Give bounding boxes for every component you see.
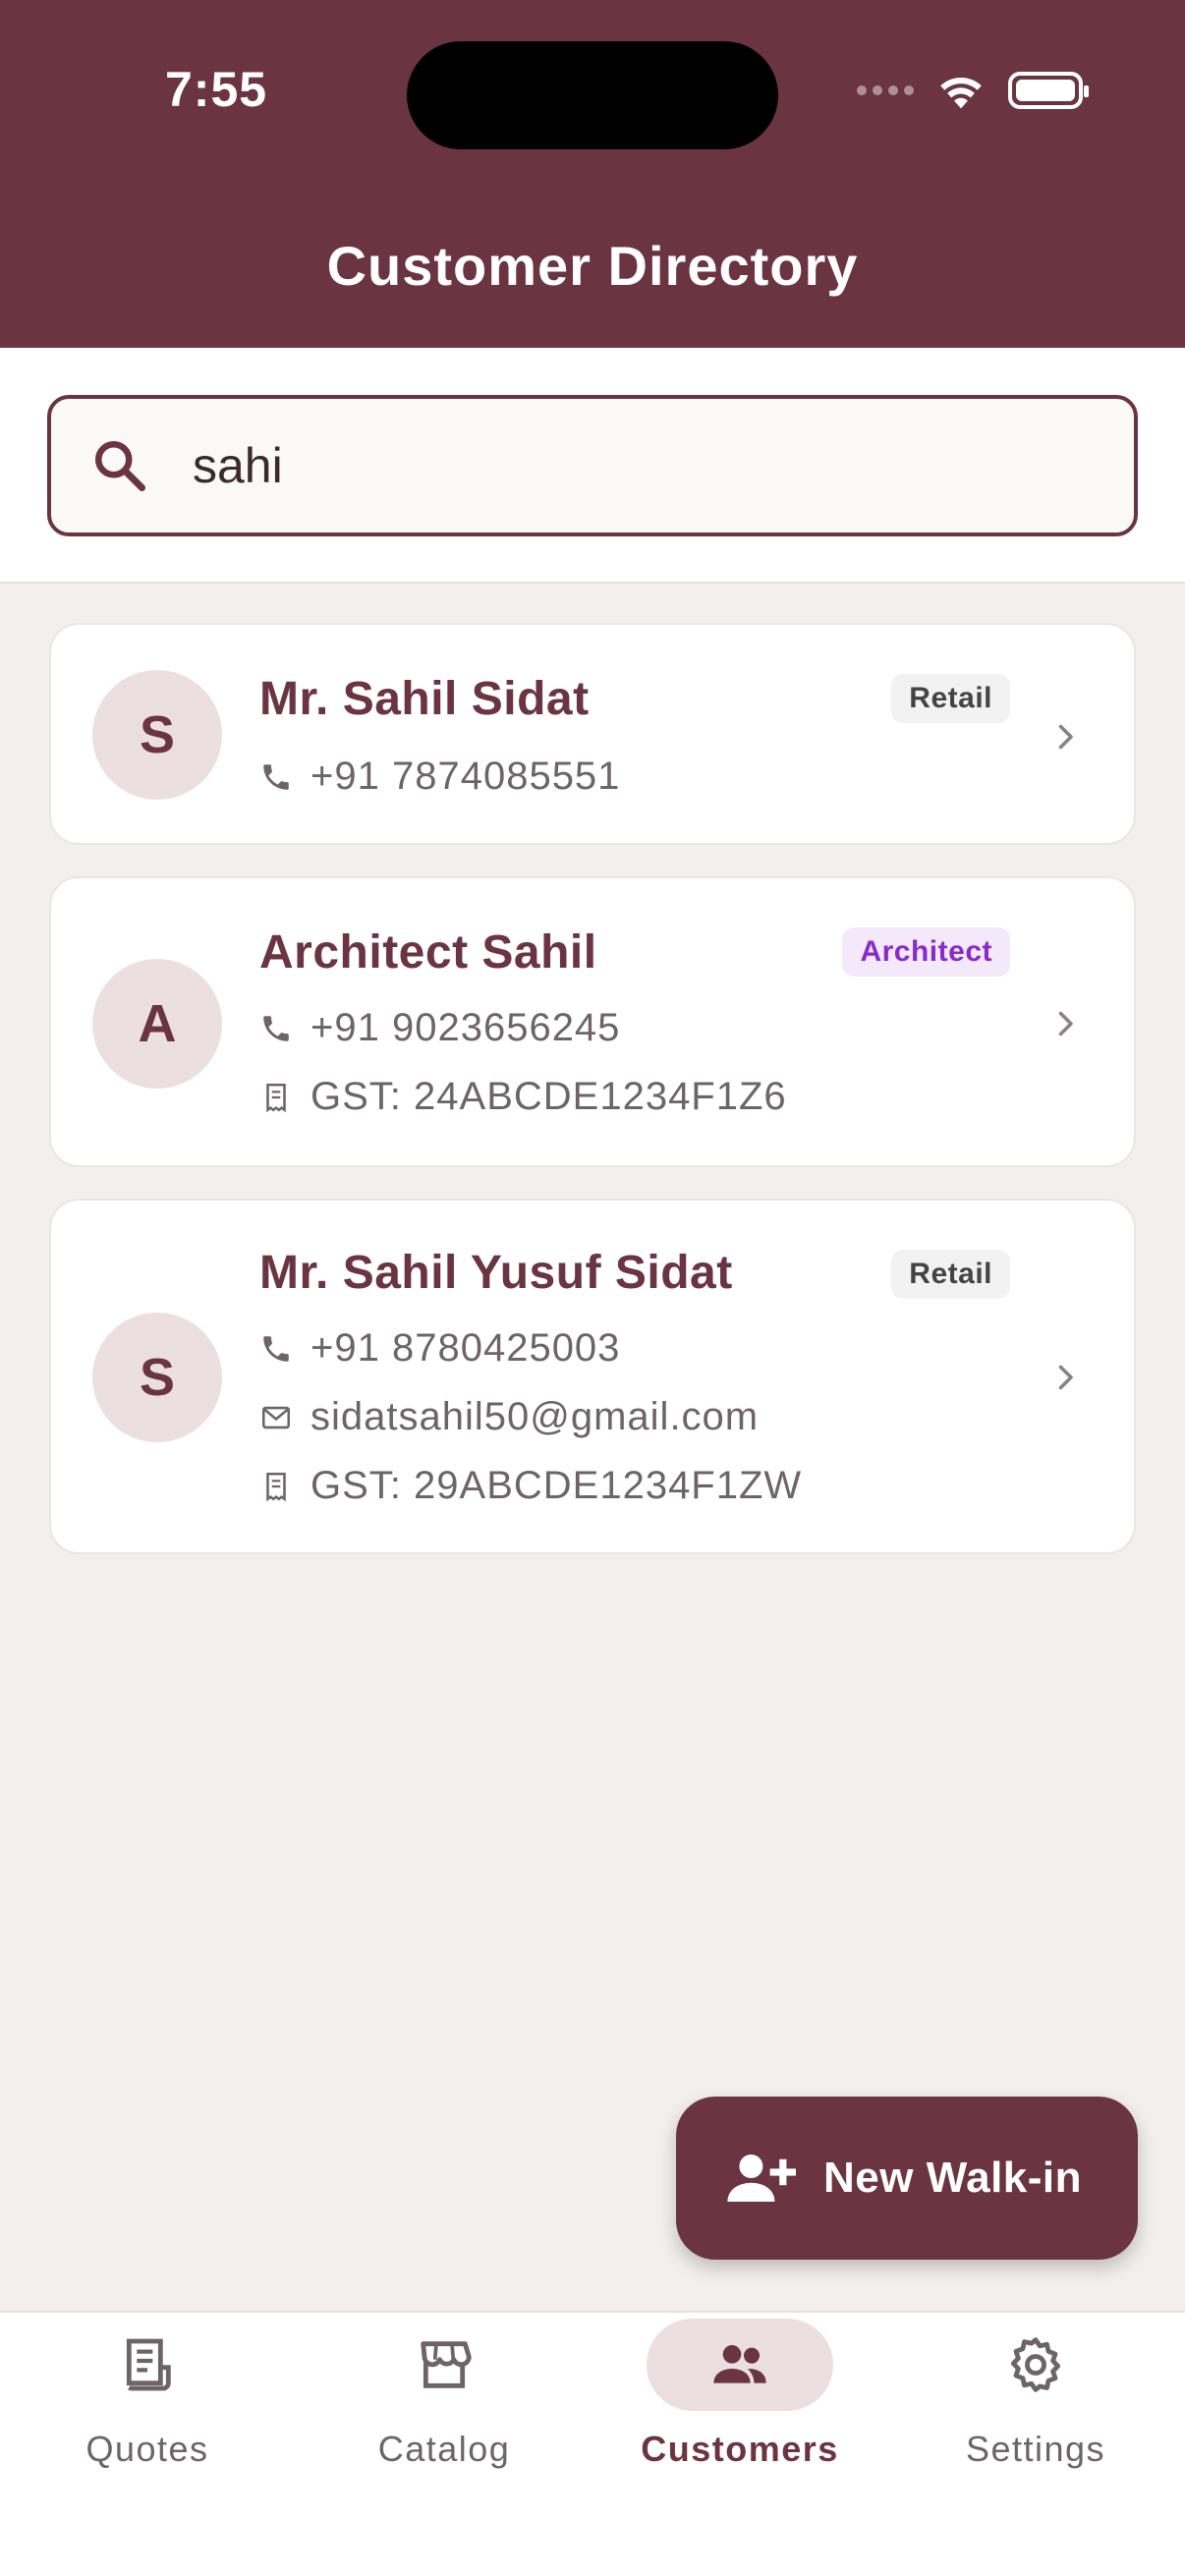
customer-name: Mr. Sahil Sidat: [259, 673, 590, 725]
customer-card[interactable]: S Mr. Sahil Sidat Retail +91 7874085551: [49, 623, 1136, 845]
chevron-right-icon: [1058, 1011, 1073, 1036]
avatar: S: [92, 1313, 222, 1442]
nav-item-settings[interactable]: Settings: [888, 2313, 1183, 2509]
battery-icon: [1008, 72, 1089, 109]
wifi-icon: [940, 77, 982, 109]
customer-type-badge: Retail: [891, 674, 1010, 723]
chevron-right-icon: [1058, 724, 1073, 750]
search-input[interactable]: [193, 437, 1077, 494]
nav-icon-container: [647, 2319, 833, 2411]
customer-name: Mr. Sahil Yusuf Sidat: [259, 1247, 733, 1299]
customer-card[interactable]: A Architect Sahil Architect +91 90236562…: [49, 876, 1136, 1167]
mail-icon: [261, 1406, 291, 1428]
new-walk-in-label: New Walk-in: [823, 2154, 1083, 2202]
bottom-navigation: Quotes Catalog Customers Settings: [0, 2311, 1185, 2576]
signal-icon: [857, 85, 914, 95]
nav-icon-container: [942, 2319, 1129, 2411]
customer-phone-line: +91 8780425003: [259, 1326, 620, 1371]
status-time: 7:55: [165, 62, 268, 117]
storefront-icon: [421, 2341, 472, 2388]
customer-card[interactable]: S Mr. Sahil Yusuf Sidat Retail +91 87804…: [49, 1199, 1136, 1554]
search-bar-container: [0, 348, 1185, 584]
customer-gst: GST: 24ABCDE1234F1Z6: [310, 1075, 787, 1118]
avatar: S: [92, 670, 222, 800]
phone-icon: [263, 1015, 289, 1041]
customer-phone-line: +91 7874085551: [259, 755, 620, 799]
app-root: 7:55 Customer Directory S Mr. Sahil Sida…: [0, 0, 1185, 2576]
customer-gst: GST: 29ABCDE1234F1ZW: [310, 1464, 803, 1507]
nav-label: Customers: [641, 2429, 839, 2469]
search-field[interactable]: [47, 395, 1138, 536]
customer-phone-line: +91 9023656245: [259, 1006, 620, 1050]
chevron-right-icon: [1058, 1365, 1073, 1390]
nav-label: Catalog: [377, 2429, 511, 2469]
customer-phone: +91 9023656245: [310, 1006, 621, 1049]
avatar: A: [92, 959, 222, 1089]
receipt-icon: [266, 1083, 286, 1112]
customer-phone: +91 7874085551: [310, 755, 621, 798]
add-person-icon: [727, 2155, 796, 2202]
receipt-icon: [266, 1472, 286, 1501]
customer-type-badge: Architect: [842, 927, 1010, 977]
search-icon: [95, 441, 145, 491]
nav-label: Settings: [965, 2429, 1106, 2469]
status-icons: [857, 71, 1089, 110]
nav-item-catalog[interactable]: Catalog: [297, 2313, 592, 2509]
customer-gst-line: GST: 29ABCDE1234F1ZW: [259, 1464, 802, 1508]
people-icon: [713, 2345, 766, 2383]
phone-icon: [263, 763, 289, 790]
nav-item-customers[interactable]: Customers: [592, 2313, 887, 2509]
page-title: Customer Directory: [326, 235, 859, 297]
customer-type-badge: Retail: [891, 1250, 1010, 1299]
nav-item-quotes[interactable]: Quotes: [0, 2313, 295, 2509]
new-walk-in-button[interactable]: New Walk-in: [676, 2097, 1138, 2260]
gear-icon: [1010, 2337, 1061, 2392]
customer-name: Architect Sahil: [259, 926, 597, 979]
nav-label: Quotes: [85, 2429, 209, 2469]
customer-email-line: sidatsahil50@gmail.com: [259, 1395, 759, 1439]
receipt-icon: [126, 2338, 171, 2391]
app-header: 7:55 Customer Directory: [0, 0, 1185, 348]
customer-phone: +91 8780425003: [310, 1326, 621, 1370]
customer-gst-line: GST: 24ABCDE1234F1Z6: [259, 1075, 787, 1119]
nav-icon-container: [54, 2319, 241, 2411]
dynamic-island: [407, 41, 778, 149]
phone-icon: [263, 1335, 289, 1362]
nav-icon-container: [351, 2319, 537, 2411]
customer-email: sidatsahil50@gmail.com: [310, 1395, 760, 1438]
